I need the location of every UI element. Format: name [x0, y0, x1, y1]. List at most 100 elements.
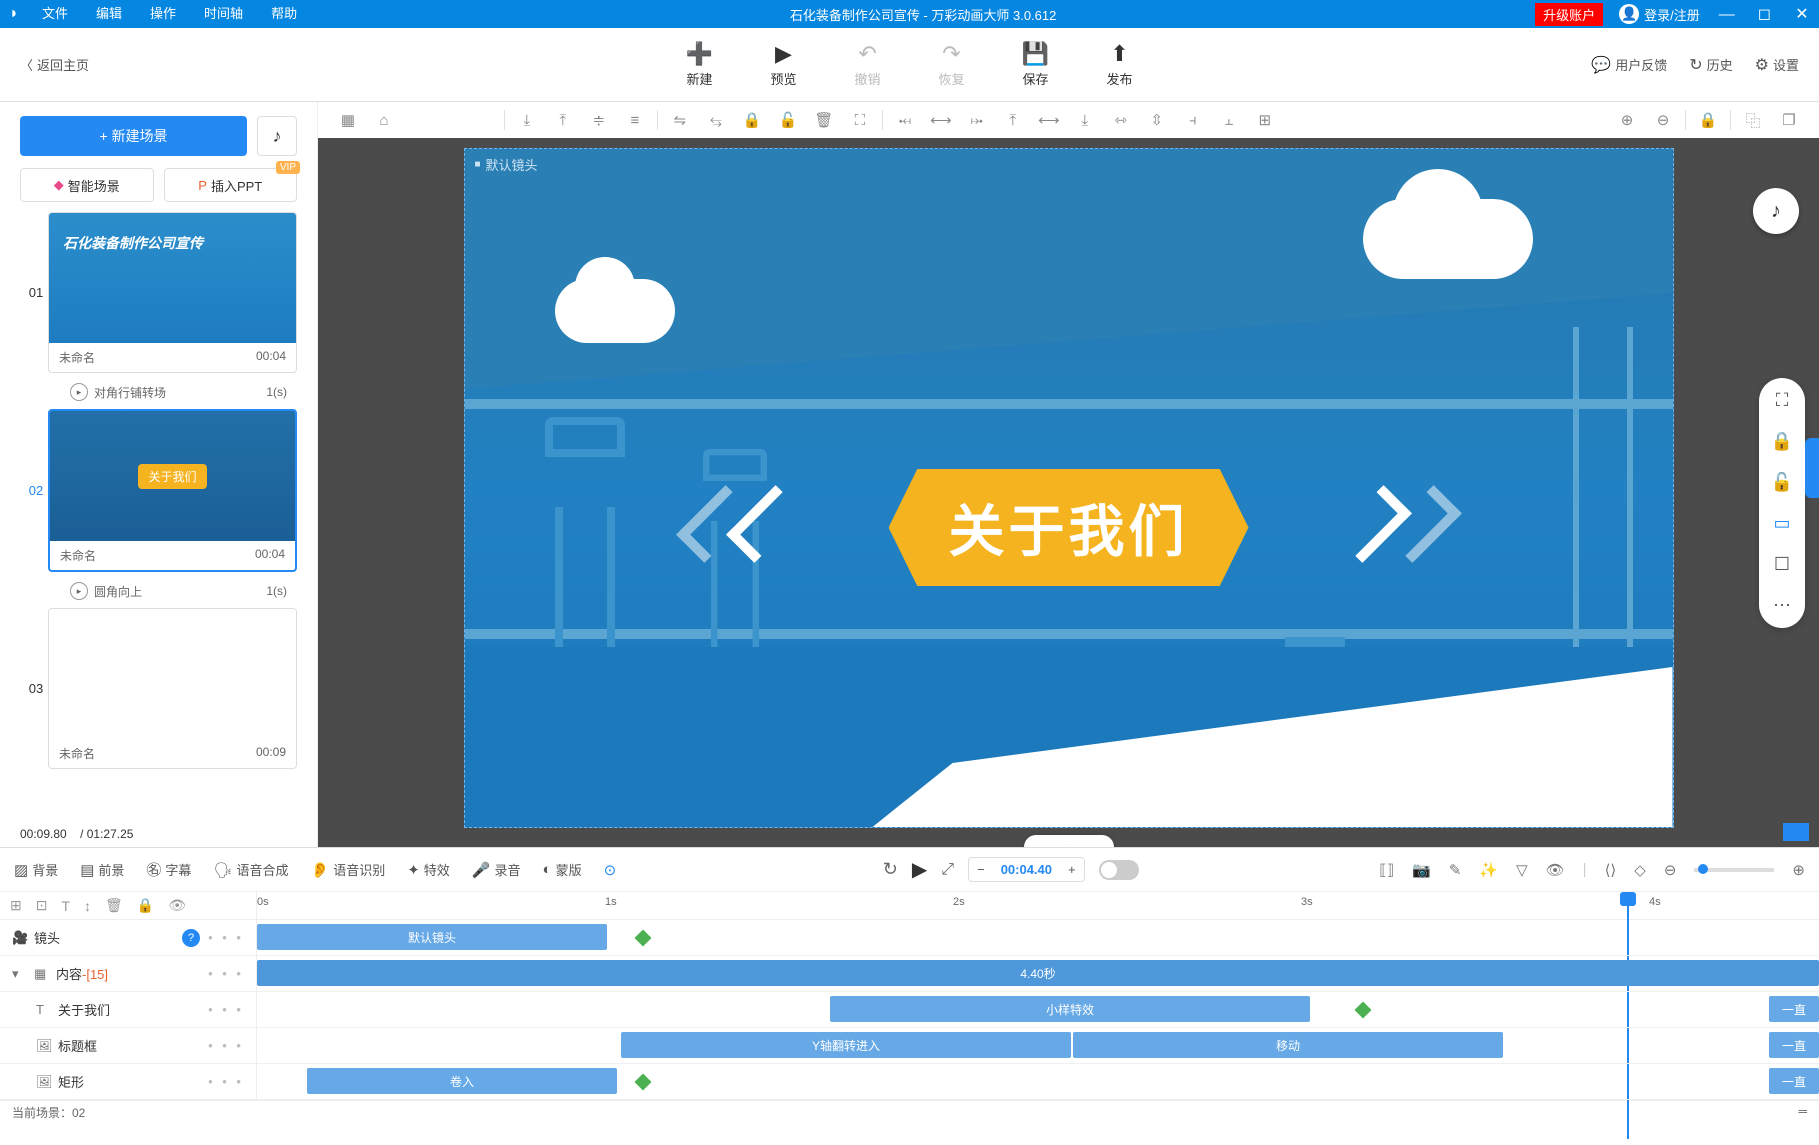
unlock-icon[interactable]: 🔓: [770, 111, 806, 129]
more-icon[interactable]: ⋯: [1773, 595, 1791, 616]
minimap-icon[interactable]: [1783, 823, 1809, 841]
add-track-icon[interactable]: ⊞: [10, 897, 22, 914]
subtitle-button[interactable]: ㊔字幕: [146, 859, 191, 880]
new-button[interactable]: ➕新建: [658, 41, 742, 88]
timeline-lanes[interactable]: 0s 1s 2s 3s 4s 默认镜头 4.40秒 小样特效 一直 Y轴翻转进入: [257, 892, 1819, 1100]
publish-button[interactable]: ⬆发布: [1078, 41, 1162, 88]
menu-action[interactable]: 操作: [136, 0, 190, 28]
camera-icon[interactable]: 📷: [1412, 861, 1431, 879]
keyframe-icon[interactable]: ◇: [1634, 861, 1646, 879]
copy-icon[interactable]: ⿻: [1735, 110, 1771, 131]
canvas-stage[interactable]: 默认镜头 关于我们 ⌄ ♪ ⛶ 🔒 🔓 ▭ ☐: [318, 138, 1819, 847]
clip-title-move[interactable]: 移动: [1073, 1032, 1503, 1058]
play-button[interactable]: ▶: [912, 857, 927, 882]
scene-item[interactable]: 01 石化装备制作公司宣传 未命名00:04: [24, 212, 311, 373]
track-head-camera[interactable]: 🎥镜头?• • •: [0, 920, 256, 956]
dist-v-icon[interactable]: ⇳: [1139, 111, 1175, 129]
align-right-icon[interactable]: ⤠: [959, 112, 995, 129]
lane-text[interactable]: 小样特效 一直: [257, 992, 1819, 1028]
screen-icon[interactable]: ▭: [1773, 513, 1790, 534]
login-button[interactable]: 👤 登录/注册: [1609, 4, 1710, 24]
lock-open-icon[interactable]: 🔓: [1771, 472, 1793, 493]
feedback-button[interactable]: 💬用户反馈: [1591, 55, 1667, 75]
keyframe-diamond[interactable]: [635, 930, 652, 947]
back-home-button[interactable]: 〈 返回主页: [0, 55, 109, 74]
flip-v-icon[interactable]: ⥃: [698, 112, 734, 129]
loop-icon[interactable]: ↻: [883, 859, 898, 880]
wand-icon[interactable]: ✨: [1479, 861, 1498, 879]
save-button[interactable]: 💾保存: [994, 41, 1078, 88]
help-icon[interactable]: ?: [182, 929, 200, 947]
scene-item[interactable]: 02 关于我们 未命名00:04: [24, 409, 311, 572]
ruler-toggle-icon[interactable]: ▦: [330, 111, 366, 129]
about-title[interactable]: 关于我们: [889, 469, 1249, 586]
marker-icon[interactable]: ⟨⟩: [1605, 861, 1617, 879]
undo-button[interactable]: ↶撤销: [826, 41, 910, 88]
fg-button[interactable]: ▤前景: [80, 860, 124, 879]
align-top2-icon[interactable]: ⤒: [995, 112, 1031, 129]
bracket-icon[interactable]: ⟦⟧: [1379, 861, 1394, 879]
align-hcenter-icon[interactable]: ⟷: [923, 111, 959, 129]
toggle-switch[interactable]: [1099, 860, 1139, 880]
folder-icon[interactable]: ⊡: [36, 897, 48, 914]
more-button[interactable]: ⊙: [604, 861, 621, 879]
zoom-slider[interactable]: [1694, 868, 1774, 872]
paste-icon[interactable]: ❐: [1771, 111, 1807, 129]
zoom-out-tl-icon[interactable]: ⊖: [1664, 861, 1677, 879]
flip-h-icon[interactable]: ⇋: [662, 111, 698, 129]
clip-always[interactable]: 一直: [1769, 1068, 1819, 1094]
collapse-handle-icon[interactable]: ═: [1798, 1104, 1807, 1121]
preview-button[interactable]: ▶预览: [742, 41, 826, 88]
music-button[interactable]: ♪: [257, 116, 297, 156]
clip-always[interactable]: 一直: [1769, 996, 1819, 1022]
chevron-down-icon[interactable]: ▾: [12, 966, 34, 982]
lane-content[interactable]: 4.40秒: [257, 956, 1819, 992]
align-bottom-icon[interactable]: ⤓: [509, 112, 545, 129]
transition-row[interactable]: 对角行铺转场1(s): [24, 379, 297, 409]
transition-row[interactable]: 圆角向上1(s): [24, 578, 297, 608]
clip-rect-in[interactable]: 卷入: [307, 1068, 617, 1094]
filter-icon[interactable]: ▽: [1516, 861, 1528, 879]
edit-icon[interactable]: ✎: [1449, 861, 1462, 879]
align-middle-icon[interactable]: ≑: [581, 111, 617, 129]
settings-button[interactable]: ⚙设置: [1755, 55, 1799, 75]
time-stepper[interactable]: − 00:04.40 +: [968, 857, 1085, 882]
align-left-icon[interactable]: ⤟: [887, 112, 923, 129]
track-head-content[interactable]: ▾▦内容-[15]• • •: [0, 956, 256, 992]
trash-icon[interactable]: 🗑: [806, 111, 842, 129]
tts-button[interactable]: 🗣语音合成: [213, 860, 288, 879]
lane-camera[interactable]: 默认镜头: [257, 920, 1819, 956]
sort-icon[interactable]: ↕: [84, 898, 91, 914]
eye-icon[interactable]: 👁: [168, 897, 186, 914]
menu-file[interactable]: 文件: [28, 0, 82, 28]
lock-icon[interactable]: 🔒: [734, 111, 770, 129]
space-v-icon[interactable]: ⫠: [1211, 112, 1247, 129]
dist-h-icon[interactable]: ⇿: [1103, 111, 1139, 129]
menu-timeline[interactable]: 时间轴: [190, 0, 257, 28]
keyframe-diamond[interactable]: [635, 1074, 652, 1091]
new-scene-button[interactable]: + 新建场景: [20, 116, 247, 156]
record-button[interactable]: 🎤录音: [472, 860, 521, 879]
clip-always[interactable]: 一直: [1769, 1032, 1819, 1058]
ai-scene-button[interactable]: ◆智能场景: [20, 168, 154, 202]
float-music-button[interactable]: ♪: [1753, 188, 1799, 234]
keyframe-diamond[interactable]: [1355, 1002, 1372, 1019]
clip-text-effect[interactable]: 小样特效: [830, 996, 1310, 1022]
timeline-ruler[interactable]: 0s 1s 2s 3s 4s: [257, 892, 1819, 920]
import-ppt-button[interactable]: P插入PPTVIP: [164, 168, 298, 202]
fit-icon[interactable]: ⛶: [1776, 390, 1789, 411]
home-icon[interactable]: ⌂: [366, 112, 402, 129]
scene-item[interactable]: 03 未命名00:09: [24, 608, 311, 769]
zoom-in-icon[interactable]: ⊕: [1609, 111, 1645, 129]
history-button[interactable]: ↻历史: [1689, 55, 1732, 75]
close-button[interactable]: ✕: [1785, 4, 1819, 24]
crop-icon[interactable]: ⛶: [842, 112, 878, 129]
trash-icon[interactable]: 🗑: [105, 897, 123, 914]
scene-list[interactable]: 01 石化装备制作公司宣传 未命名00:04 对角行铺转场1(s) 02 关于我…: [0, 212, 317, 821]
track-head-text[interactable]: T关于我们• • •: [0, 992, 256, 1028]
effect-button[interactable]: ✦特效: [407, 860, 450, 879]
eye-icon[interactable]: 👁: [1546, 861, 1565, 879]
space-h-icon[interactable]: ⫞: [1175, 112, 1211, 129]
align-center-icon[interactable]: ≡: [617, 112, 653, 129]
side-panel-tab[interactable]: [1805, 438, 1819, 498]
